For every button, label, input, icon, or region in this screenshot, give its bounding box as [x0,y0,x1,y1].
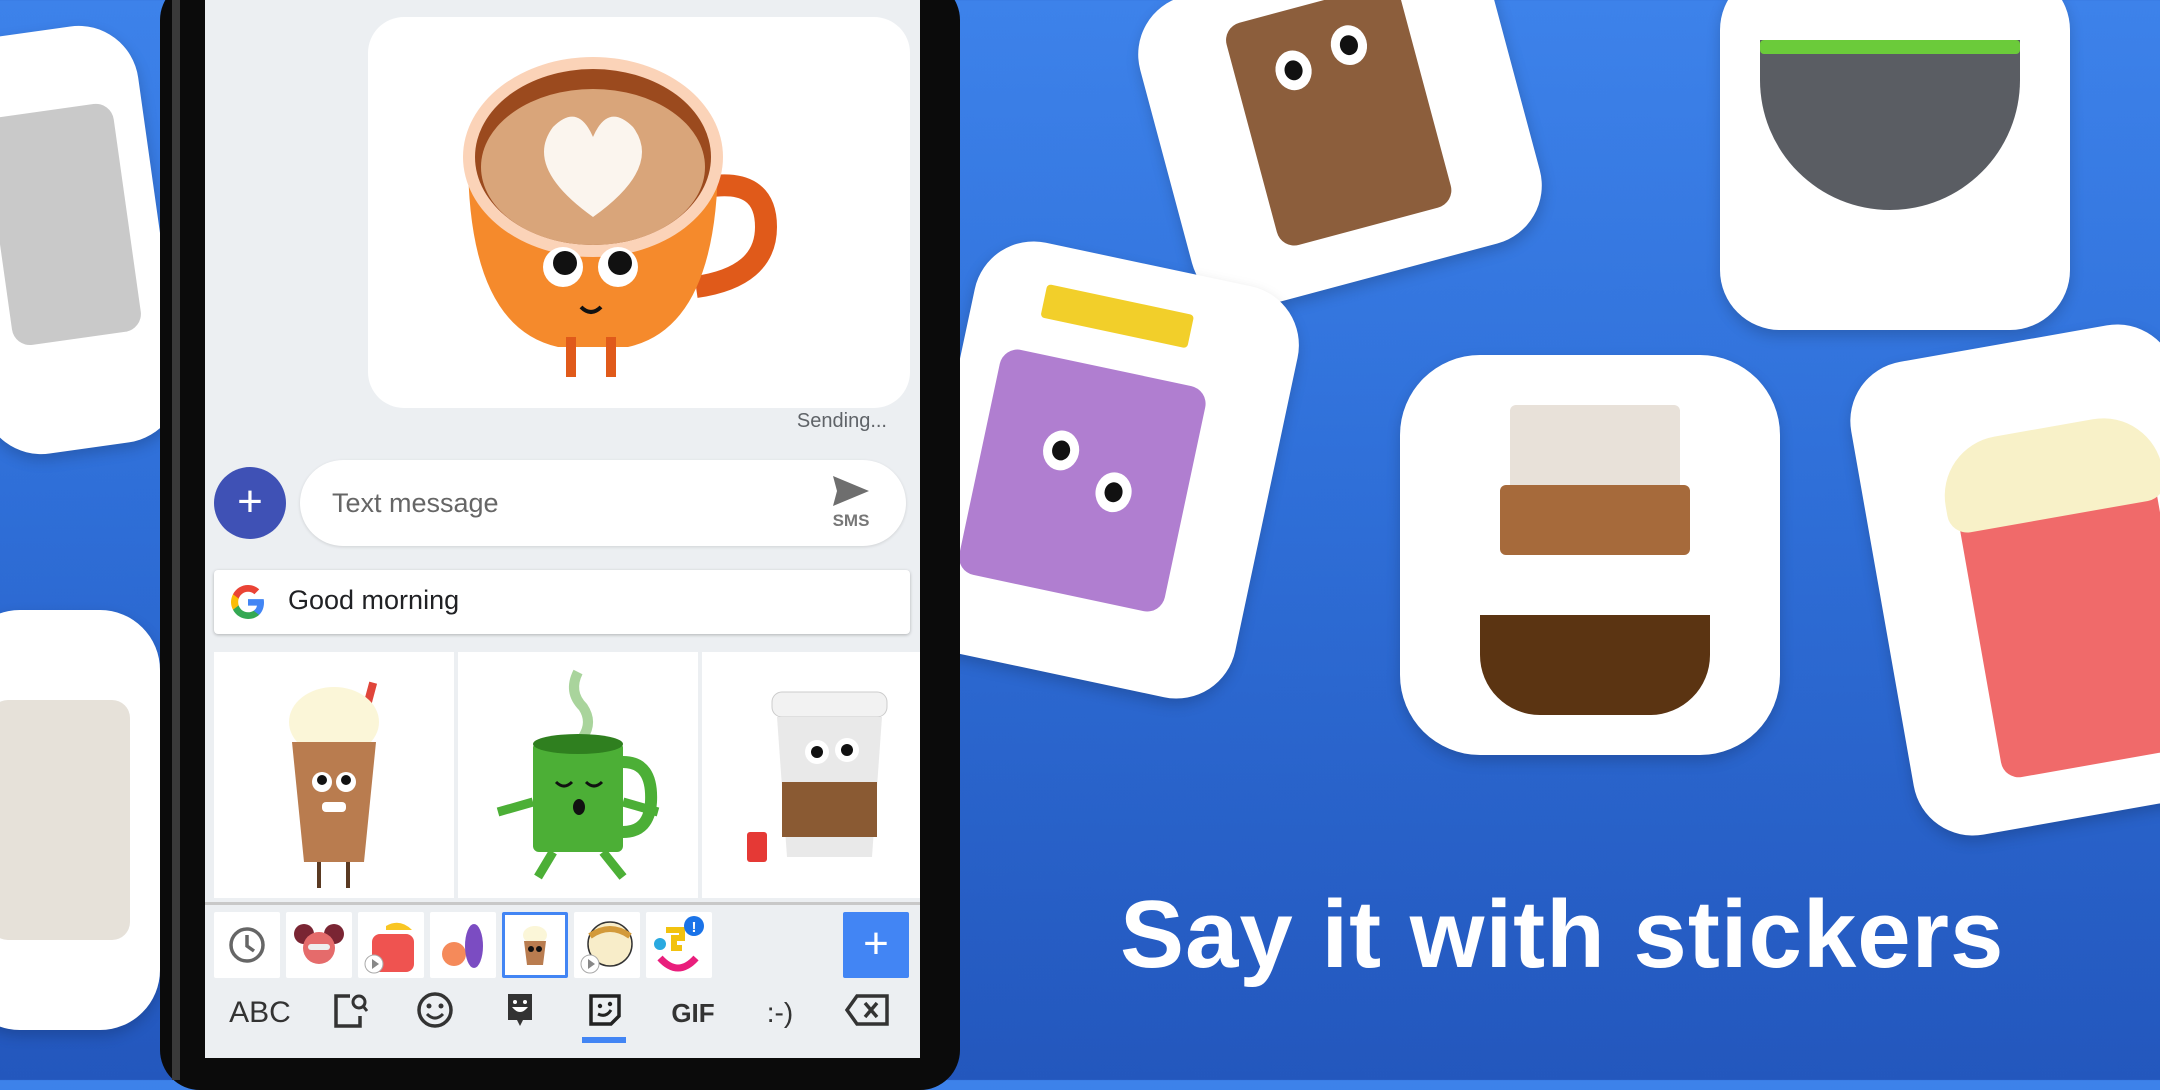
clock-icon [229,927,265,963]
sticker-result-frappe[interactable] [214,652,454,898]
search-screen-icon [334,994,369,1028]
smiley-icon [417,992,453,1028]
keyboard-toolbar: ABC GIF :-) [205,990,920,1040]
tray-pack-bun[interactable] [574,912,640,978]
suggestion-text: Good morning [288,585,460,615]
bitmoji-icon [508,994,532,1026]
green-tea-mug-sticker-icon [496,669,660,880]
emoticon-tab[interactable]: :-) [750,990,810,1036]
sent-sticker-bubble[interactable] [368,17,910,408]
sticker-result-green-tea[interactable] [458,652,698,898]
sticker-pack-tray: ! + [214,912,919,982]
phone-edge [172,0,180,1080]
messages-screen: Sending... + SMS Good morning [205,0,920,1058]
face-sticker-icon: ! [654,916,704,972]
tray-pack-coffee[interactable] [502,912,568,978]
sweet-mug-sticker [899,230,1311,710]
smart-reply-suggestion[interactable]: Good morning [214,570,910,634]
gif-tab[interactable]: GIF [663,990,723,1036]
stickers-tab[interactable] [580,990,630,1036]
tray-pack-face[interactable]: ! [646,912,712,978]
peach-eggplant-sticker-icon [442,924,483,968]
plus-icon: + [237,477,263,526]
tray-pack-fruit[interactable] [430,912,496,978]
bitmoji-tab[interactable] [495,990,545,1036]
gentleman-cup-sticker [0,610,160,1030]
strawberry-shake-sticker [1840,314,2160,846]
message-status: Sending... [796,410,887,432]
search-sticker-button[interactable] [325,990,375,1036]
send-sms-button[interactable]: SMS [826,474,876,531]
girl-sticker-icon [294,924,344,964]
sticker-result-takeaway-coffee[interactable] [702,652,920,898]
add-sticker-pack-button[interactable]: + [843,912,909,978]
attach-plus-button[interactable]: + [214,467,286,539]
backspace-button[interactable] [837,990,897,1036]
chemex-sticker [1400,355,1780,755]
plus-icon: + [863,919,889,968]
tray-divider [205,902,920,905]
abc-keyboard-button[interactable]: ABC [225,990,295,1036]
frappe-sticker-icon [289,681,379,888]
tray-pack-dino[interactable] [358,912,424,978]
sticker-results-grid [205,652,920,898]
svg-text:!: ! [692,919,697,936]
tray-recent[interactable] [214,912,280,978]
google-g-icon [231,585,264,619]
dino-sticker-icon [364,922,414,974]
send-sms-label: SMS [832,511,870,530]
tray-pack-girl[interactable] [286,912,352,978]
text-message-input[interactable] [330,480,754,526]
text-message-field[interactable]: SMS [300,460,906,546]
bun-sticker-icon [580,921,633,974]
sticker-icon [589,994,621,1026]
matcha-bowl-sticker [1720,0,2070,330]
backspace-icon [844,994,889,1026]
promo-tagline: Say it with stickers [1120,881,2005,988]
latte-cup-sticker-icon [463,57,778,377]
takeaway-coffee-sticker-icon [747,691,888,862]
send-icon [833,476,869,506]
coffee-pack-icon [523,926,547,965]
emoji-tab[interactable] [410,990,460,1036]
active-tab-indicator [582,1037,626,1043]
